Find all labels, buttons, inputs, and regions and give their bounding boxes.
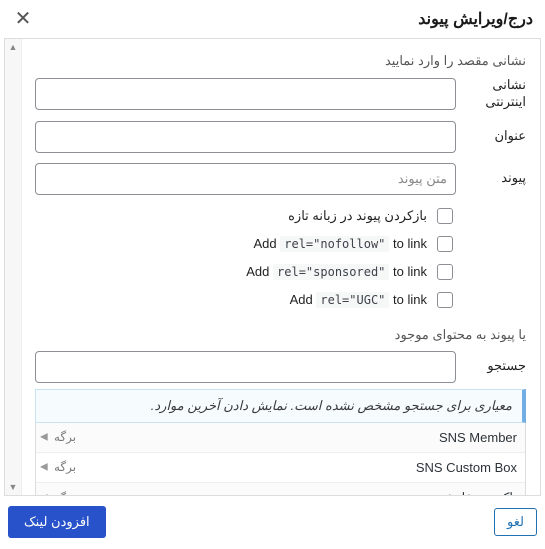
existing-content-label: یا پیوند به محتوای موجود (35, 327, 526, 343)
rel-sponsored-checkbox[interactable] (437, 264, 453, 280)
rel-ugc-checkbox[interactable] (437, 292, 453, 308)
scroll-up-icon[interactable]: ▲ (5, 39, 21, 55)
dialog-body: ▲ ▼ نشانی مقصد را وارد نمایید نشانی اینت… (4, 38, 541, 496)
title-input[interactable] (35, 121, 456, 153)
title-label: عنوان (464, 128, 526, 145)
search-input[interactable] (35, 351, 456, 383)
search-label: جستجو (464, 358, 526, 375)
search-notice: معیاری برای جستجو مشخص نشده است. نمایش د… (35, 389, 526, 423)
rel-nofollow-checkbox[interactable] (437, 236, 453, 252)
rel-ugc-label: Add rel="UGC" to link (290, 292, 427, 307)
add-link-button[interactable]: افزودن لینک (8, 506, 106, 538)
linktext-label: پیوند (464, 170, 526, 187)
rel-nofollow-row: Add rel="nofollow" to link (35, 233, 456, 255)
dialog-title: درج/ویرایش پیوند (418, 9, 533, 29)
linktext-row: پیوند (35, 163, 526, 195)
dialog-scroll-area: نشانی مقصد را وارد نمایید نشانی اینترنتی… (5, 39, 540, 495)
url-label: نشانی اینترنتی (464, 77, 526, 111)
close-icon[interactable]: ✕ (12, 8, 34, 30)
chevron-left-icon: ◀ (40, 492, 48, 495)
chevron-left-icon: ◀ (40, 462, 48, 473)
rel-sponsored-row: Add rel="sponsored" to link (35, 261, 456, 283)
result-type: برگه (54, 491, 76, 495)
dialog-header: درج/ویرایش پیوند ✕ (0, 0, 545, 36)
rel-ugc-code: rel="UGC" (316, 292, 389, 308)
result-title: SNS Custom Box (416, 460, 517, 475)
rel-sponsored-code: rel="sponsored" (273, 264, 389, 280)
list-item[interactable]: SNS Custom Box برگه ◀ (36, 453, 525, 483)
result-type: برگه (54, 460, 76, 474)
search-row: جستجو (35, 351, 526, 383)
open-new-tab-checkbox[interactable] (437, 208, 453, 224)
rel-sponsored-label: Add rel="sponsored" to link (246, 264, 427, 279)
scroll-down-icon[interactable]: ▼ (5, 479, 21, 495)
chevron-left-icon: ◀ (40, 432, 48, 443)
result-type: برگه (54, 430, 76, 444)
rel-nofollow-code: rel="nofollow" (280, 236, 389, 252)
search-results-list: SNS Member برگه ◀ SNS Custom Box برگه ◀ … (35, 423, 526, 495)
rel-ugc-row: Add rel="UGC" to link (35, 289, 456, 311)
rel-nofollow-label: Add rel="nofollow" to link (253, 236, 427, 251)
list-item[interactable]: باکس سفارشی برگه ◀ (36, 483, 525, 495)
open-new-tab-row: بازکردن پیوند در زبانه تازه (35, 205, 456, 227)
result-title: باکس سفارشی (434, 490, 517, 495)
destination-hint: نشانی مقصد را وارد نمایید (35, 53, 526, 69)
cancel-button[interactable]: لغو (494, 508, 537, 536)
list-item[interactable]: SNS Member برگه ◀ (36, 423, 525, 453)
dialog-footer: لغو افزودن لینک (0, 496, 545, 548)
result-title: SNS Member (439, 430, 517, 445)
url-input[interactable] (35, 78, 456, 110)
url-row: نشانی اینترنتی (35, 77, 526, 111)
open-new-tab-label: بازکردن پیوند در زبانه تازه (288, 208, 427, 224)
title-row: عنوان (35, 121, 526, 153)
linktext-input[interactable] (35, 163, 456, 195)
